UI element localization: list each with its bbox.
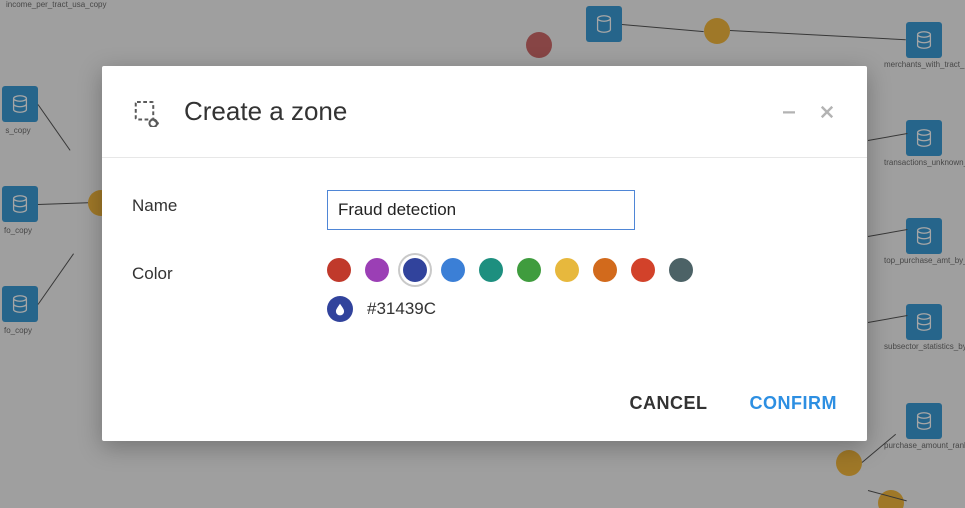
color-swatch[interactable] — [479, 258, 503, 282]
zone-name-input[interactable] — [327, 190, 635, 230]
name-label: Name — [132, 190, 327, 216]
confirm-button[interactable]: CONFIRM — [748, 387, 840, 420]
create-zone-modal: Create a zone Name Color #31439C — [102, 66, 867, 441]
modal-title: Create a zone — [184, 96, 761, 127]
selected-color-hex: #31439C — [367, 299, 436, 319]
modal-header: Create a zone — [102, 66, 867, 158]
modal-body: Name Color #31439C — [102, 158, 867, 371]
color-swatch[interactable] — [517, 258, 541, 282]
color-swatch[interactable] — [593, 258, 617, 282]
modal-footer: CANCEL CONFIRM — [102, 371, 867, 441]
color-label: Color — [132, 258, 327, 284]
color-swatch[interactable] — [327, 258, 351, 282]
cancel-button[interactable]: CANCEL — [628, 387, 710, 420]
color-swatch[interactable] — [669, 258, 693, 282]
custom-color-line: #31439C — [327, 296, 837, 322]
name-row: Name — [132, 190, 837, 230]
color-row: Color #31439C — [132, 258, 837, 322]
minimize-button[interactable] — [779, 102, 799, 122]
color-swatch[interactable] — [403, 258, 427, 282]
color-swatch[interactable] — [631, 258, 655, 282]
color-swatch[interactable] — [441, 258, 465, 282]
color-swatch[interactable] — [365, 258, 389, 282]
color-swatches — [327, 258, 837, 282]
color-swatch[interactable] — [555, 258, 579, 282]
zone-icon — [132, 97, 162, 127]
close-button[interactable] — [817, 102, 837, 122]
custom-color-button[interactable] — [327, 296, 353, 322]
